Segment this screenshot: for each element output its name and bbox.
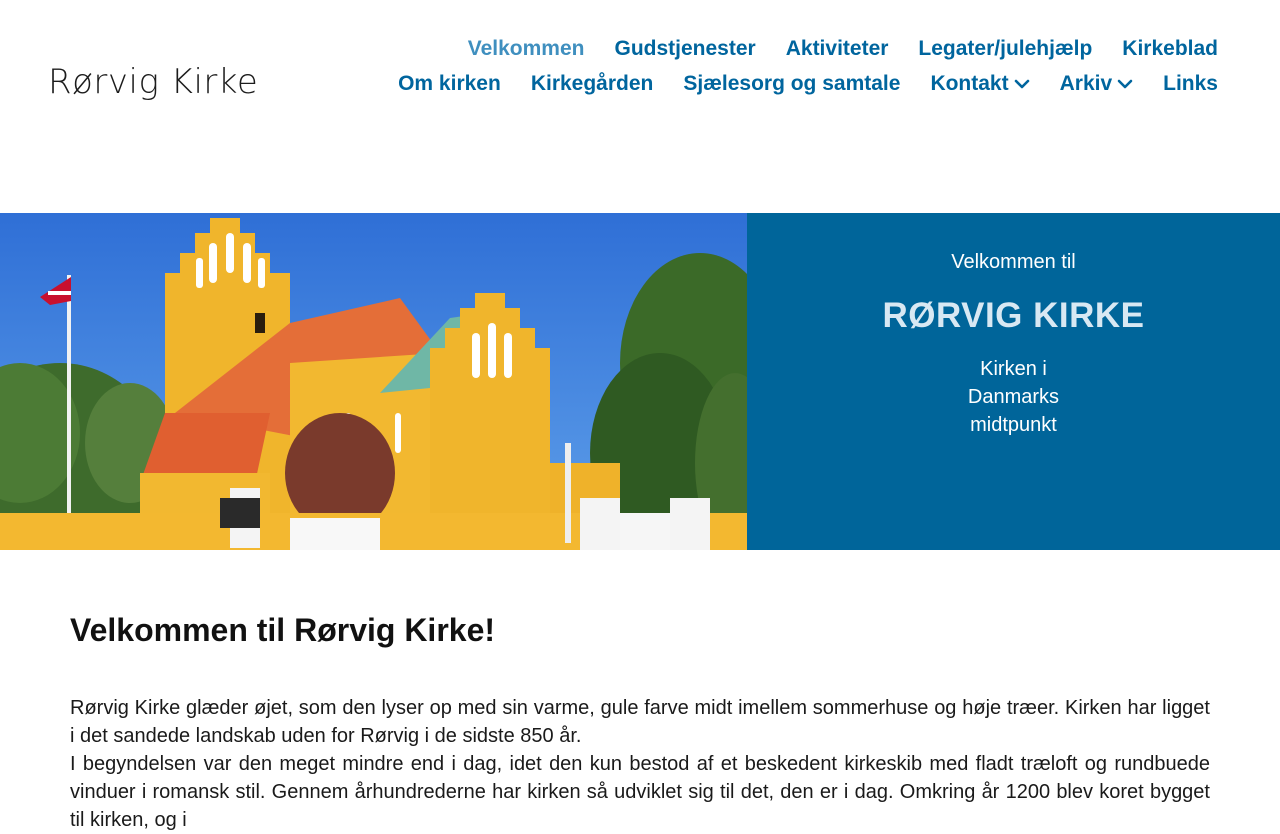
nav-item-label: Om kirken	[398, 71, 501, 95]
nav-item-label: Aktiviteter	[785, 36, 889, 60]
hero-title: RØRVIG KIRKE	[882, 296, 1145, 335]
nav-item-label: Links	[1163, 71, 1218, 95]
nav-item-label: Kontakt	[930, 71, 1009, 95]
paragraph: I begyndelsen var den meget mindre end i…	[70, 753, 1210, 831]
nav-item-label: Sjælesorg og samtale	[683, 71, 901, 95]
nav-item-om-kirken[interactable]: Om kirken	[398, 72, 501, 96]
nav-item-label: Gudstjenester	[614, 36, 756, 60]
nav-row-2: Om kirken Kirkegården Sjælesorg og samta…	[318, 66, 1218, 101]
page-title: Velkommen til Rørvig Kirke!	[70, 612, 496, 648]
main-content: Velkommen til Rørvig Kirke! Rørvig Kirke…	[70, 550, 1210, 834]
site-header: Rørvig Kirke Velkommen Gudstjenester Akt…	[0, 0, 1280, 213]
nav-item-kontakt[interactable]: Kontakt	[930, 72, 1029, 96]
article-body: Rørvig Kirke glæder øjet, som den lyser …	[70, 694, 1210, 834]
nav-item-label: Velkommen	[467, 36, 585, 60]
hero-banner: Velkommen til RØRVIG KIRKE Kirken i Danm…	[0, 213, 1280, 550]
paragraph: Rørvig Kirke glæder øjet, som den lyser …	[70, 697, 1210, 747]
nav-item-links[interactable]: Links	[1163, 72, 1218, 96]
nav-item-arkiv[interactable]: Arkiv	[1060, 72, 1134, 96]
main-nav: Velkommen Gudstjenester Aktiviteter Lega…	[318, 31, 1218, 101]
nav-row-1: Velkommen Gudstjenester Aktiviteter Lega…	[318, 31, 1218, 66]
hero-tagline: Kirken i Danmarks midtpunkt	[967, 358, 1060, 436]
nav-item-legater-julehjaelp[interactable]: Legater/julehjælp	[918, 37, 1092, 61]
nav-item-kirkeblad[interactable]: Kirkeblad	[1122, 37, 1218, 61]
site-logo[interactable]: Rørvig Kirke	[48, 62, 258, 102]
nav-item-aktiviteter[interactable]: Aktiviteter	[786, 37, 889, 61]
nav-item-label: Arkiv	[1059, 71, 1113, 95]
hero-pretitle: Velkommen til	[951, 251, 1076, 273]
chevron-down-icon	[1117, 76, 1133, 92]
nav-item-gudstjenester[interactable]: Gudstjenester	[615, 37, 756, 61]
chevron-down-icon	[1014, 76, 1030, 92]
hero-text-panel: Velkommen til RØRVIG KIRKE Kirken i Danm…	[747, 213, 1280, 550]
nav-item-kirkegaarden[interactable]: Kirkegården	[531, 72, 654, 96]
church-photo	[0, 213, 747, 550]
nav-item-label: Legater/julehjælp	[918, 36, 1093, 60]
nav-item-label: Kirkegården	[530, 71, 654, 95]
nav-item-label: Kirkeblad	[1122, 36, 1218, 60]
nav-item-sjaelesorg[interactable]: Sjælesorg og samtale	[683, 72, 900, 96]
nav-item-velkommen[interactable]: Velkommen	[468, 37, 585, 61]
